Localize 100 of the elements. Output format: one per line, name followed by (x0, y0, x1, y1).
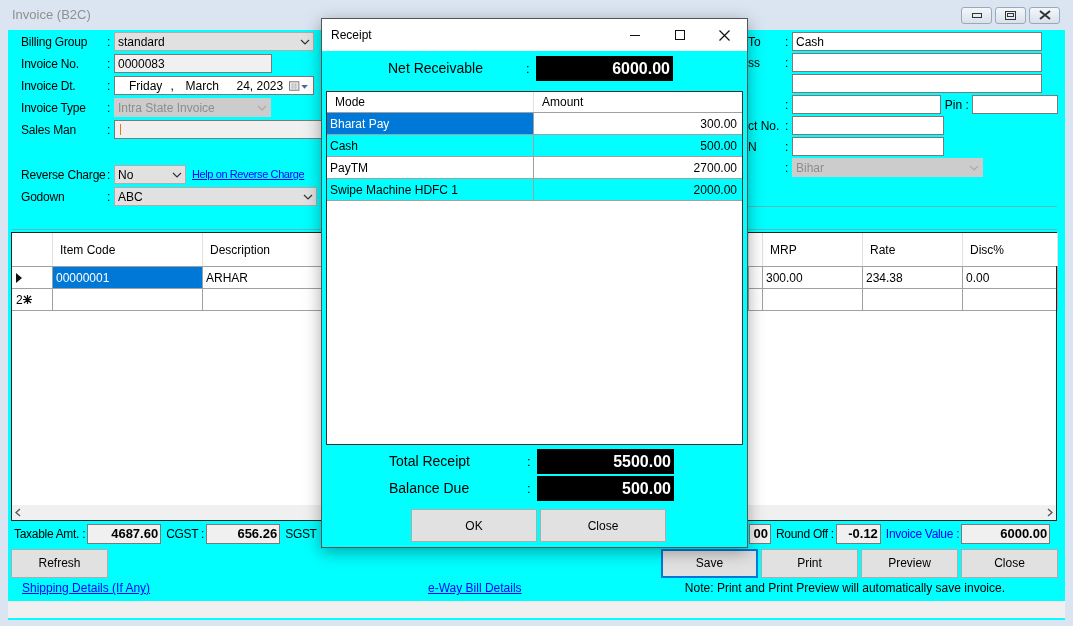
close-icon (719, 29, 730, 41)
minimize-icon (971, 12, 982, 18)
table-cell[interactable]: PayTM (327, 157, 534, 178)
link[interactable]: e-Way Bill Details (428, 578, 522, 597)
table-cell[interactable]: Bharat Pay (327, 113, 534, 134)
total-label: Invoice Value : (885, 525, 960, 543)
colon: : (527, 479, 532, 498)
colon: : (107, 122, 111, 137)
text-field[interactable] (114, 120, 324, 139)
close-button[interactable] (1029, 6, 1060, 24)
table-cell: 0.00 (963, 267, 1058, 289)
row-number: 2 (16, 291, 23, 309)
scroll-right-icon[interactable] (1047, 507, 1053, 517)
link[interactable]: Shipping Details (If Any) (22, 578, 428, 597)
text-field[interactable]: 0000083 (114, 54, 272, 73)
dropdown: Bihar (792, 158, 983, 177)
maximize-icon (674, 30, 685, 40)
dialog-title: Receipt (331, 27, 372, 44)
maximize-button[interactable] (995, 6, 1026, 24)
field-label: Invoice Dt. (21, 78, 76, 93)
table-cell-text: 2000.00 (692, 181, 738, 199)
total-label: CGST : (166, 525, 205, 543)
field-label: Godown (21, 189, 65, 204)
maximize-icon (1005, 10, 1016, 20)
colon: : (785, 97, 789, 112)
row-header[interactable]: 2 (12, 289, 53, 311)
button[interactable]: OK (411, 509, 537, 542)
table-cell-text: 2700.00 (692, 159, 738, 177)
field-label: Reverse Charge (21, 167, 106, 182)
colon: : (785, 34, 789, 49)
date-part: March (185, 77, 220, 95)
column-header[interactable]: Mode (327, 92, 534, 112)
chevron-down-icon (172, 171, 182, 178)
minimize-button[interactable] (961, 6, 992, 24)
button[interactable]: Close (961, 548, 1058, 578)
date-part: Friday (129, 77, 164, 95)
colon: : (526, 59, 531, 78)
text-field[interactable]: Cash (792, 32, 1042, 51)
note-text: Note: Print and Print Preview will automatically save invoice. (684, 579, 1005, 597)
text-field[interactable] (792, 116, 944, 135)
colon: : (107, 100, 111, 115)
total-value: 00 (749, 523, 771, 544)
total-value: 4687.60 (87, 523, 162, 544)
button[interactable]: Preview (861, 548, 958, 578)
total-label: SGST (285, 525, 317, 543)
new-row-icon (22, 295, 32, 305)
amount-value: 6000.00 (536, 56, 673, 81)
table-cell[interactable]: Cash (327, 135, 534, 156)
calendar-icon[interactable] (289, 79, 310, 92)
table-cell[interactable]: Swipe Machine HDFC 1 (327, 179, 534, 200)
dropdown[interactable]: standard (114, 32, 314, 51)
field-label: N (748, 139, 757, 154)
date-picker[interactable]: Friday , March 24, 2023 (114, 76, 314, 95)
colon: : (107, 34, 111, 49)
chevron-down-icon (303, 193, 313, 200)
field-label: Invoice Type (21, 100, 86, 115)
colon: : (107, 167, 111, 182)
chevron-down-icon (969, 164, 979, 171)
field-label: Sales Man (21, 122, 76, 137)
colon: : (785, 139, 789, 154)
text-field[interactable] (792, 95, 941, 114)
button[interactable]: Print (761, 548, 858, 578)
field-label: Pin : (944, 96, 969, 114)
amount-value: 500.00 (537, 476, 674, 501)
total-label: Round Off : (776, 525, 834, 543)
help-link[interactable]: Help on Reverse Charge (192, 166, 305, 183)
total-value: -0.12 (835, 523, 881, 544)
colon: : (785, 55, 789, 70)
text-field[interactable] (792, 137, 944, 156)
amount-label: Total Receipt (389, 452, 471, 471)
text-field[interactable] (792, 53, 1042, 72)
field-label: Invoice No. (21, 56, 79, 71)
field-label: ct No. (748, 118, 780, 133)
table-cell: 234.38 (863, 267, 963, 289)
button[interactable]: Close (540, 509, 666, 542)
field-label: To (748, 34, 761, 49)
field-label: ss (748, 55, 760, 70)
column-header[interactable]: Amount (534, 92, 742, 112)
date-part: , (170, 77, 175, 95)
colon: : (527, 452, 532, 471)
current-row-icon (16, 272, 22, 283)
amount-label: Balance Due (389, 479, 471, 498)
colon: : (107, 78, 111, 93)
total-value: 6000.00 (961, 523, 1051, 544)
colon: : (107, 189, 111, 204)
close-icon (1038, 10, 1051, 20)
total-value: 656.26 (206, 523, 281, 544)
dropdown[interactable]: ABC (114, 187, 317, 206)
scroll-left-icon[interactable] (15, 507, 21, 517)
colon: : (785, 160, 789, 175)
chevron-down-icon (257, 104, 267, 111)
button[interactable]: Save (661, 548, 758, 578)
table-cell: 00000001 (53, 267, 203, 289)
field-label: Billing Group (21, 34, 88, 49)
date-part: 24, 2023 (236, 77, 285, 95)
amount-label: Net Receivable (388, 59, 484, 78)
dropdown[interactable]: No (114, 165, 186, 184)
text-field[interactable] (971, 95, 1058, 114)
text-field[interactable] (792, 74, 1042, 93)
button[interactable]: Refresh (11, 548, 108, 578)
